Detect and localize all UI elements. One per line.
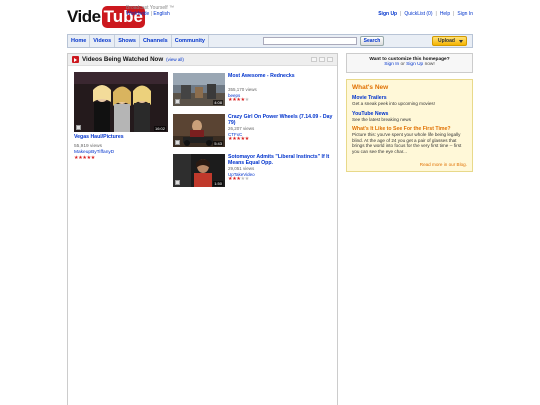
signup-link[interactable]: Sign Up <box>378 11 397 17</box>
help-link[interactable]: Help <box>440 11 450 17</box>
panel-controls <box>311 57 333 62</box>
whats-new-title: What's New <box>352 84 389 91</box>
panel-header: Videos Being Watched Now (view all) <box>68 54 337 66</box>
star-icon: ★ <box>244 136 250 143</box>
featured-video-title[interactable]: Vegas Haul/Pictures <box>74 134 124 140</box>
customize-homepage-box: Want to customize this homepage? Sign In… <box>346 53 473 73</box>
locale-selector: Worldwide | English <box>126 11 170 17</box>
list-item: 1:50 Sotomayor Admits "Liberal Instincts… <box>173 154 338 188</box>
arrow-up-icon[interactable] <box>311 57 317 62</box>
featured-thumbnail-image <box>74 72 168 132</box>
video-duration: 16:02 <box>153 126 166 131</box>
upload-button[interactable]: Upload <box>432 36 467 46</box>
logo-text: Vide <box>67 7 101 26</box>
add-to-quicklist-icon[interactable] <box>175 180 180 185</box>
video-title[interactable]: Sotomayor Admits "Liberal Instincts" If … <box>228 154 338 166</box>
tab-channels[interactable]: Channels <box>140 35 172 47</box>
view-all-link[interactable]: (view all) <box>166 57 184 62</box>
featured-video-rating: ★★★★★ <box>74 156 95 161</box>
videos-being-watched-panel: Videos Being Watched Now (view all) 16:0… <box>67 53 338 405</box>
language-link[interactable]: English <box>153 11 169 17</box>
nav-bar: Home Videos Shows Channels Community Sea… <box>67 34 473 48</box>
whats-new-box: What's New Movie Trailers Get a sneak pe… <box>346 79 473 172</box>
video-title[interactable]: Crazy Girl On Power Wheels (7.14.09 - Da… <box>228 114 338 126</box>
video-duration: 1:50 <box>213 181 223 186</box>
or-text: or <box>400 62 405 67</box>
tab-community[interactable]: Community <box>172 35 209 47</box>
video-duration: 5:43 <box>213 141 223 146</box>
tab-shows[interactable]: Shows <box>115 35 140 47</box>
news-text: See the latest breaking news <box>352 116 411 122</box>
add-to-quicklist-icon[interactable] <box>175 140 180 145</box>
video-thumbnail[interactable]: 1:50 <box>173 154 225 187</box>
close-icon[interactable] <box>327 57 333 62</box>
top-links: Sign Up | QuickList (0) | Help | Sign In <box>378 11 473 17</box>
worldwide-link[interactable]: Worldwide <box>126 11 149 17</box>
panel-title: Videos Being Watched Now <box>82 56 164 63</box>
news-text: Get a sneak peek into upcoming movies! <box>352 101 435 106</box>
search-button[interactable]: Search <box>360 36 384 46</box>
arrow-down-icon[interactable] <box>319 57 325 62</box>
sidebar-signup-link[interactable]: Sign Up <box>406 62 423 67</box>
list-item: 5:43 Crazy Girl On Power Wheels (7.14.09… <box>173 114 338 148</box>
star-icon: ★ <box>244 176 250 183</box>
customize-links: Sign In or Sign Up now! <box>347 62 472 67</box>
featured-video-thumbnail[interactable]: 16:02 <box>74 72 168 132</box>
video-duration: 4:08 <box>213 100 223 105</box>
tab-home[interactable]: Home <box>68 35 91 47</box>
video-thumbnail[interactable]: 4:08 <box>173 73 225 106</box>
search-input[interactable] <box>263 37 357 45</box>
video-rating: ★★★★★ <box>228 177 338 182</box>
star-icon: ★ <box>244 97 250 104</box>
video-thumbnail[interactable]: 5:43 <box>173 114 225 147</box>
add-to-quicklist-icon[interactable] <box>76 125 81 130</box>
tab-videos[interactable]: Videos <box>90 35 116 47</box>
read-more-link[interactable]: Read more in our Blog. <box>420 162 467 167</box>
add-to-quicklist-icon[interactable] <box>175 99 180 104</box>
sidebar-signin-link[interactable]: Sign In <box>384 62 399 67</box>
star-icon: ★ <box>90 155 96 161</box>
video-rating: ★★★★★ <box>228 98 338 103</box>
news-text: Picture this: you've spent your whole li… <box>352 132 462 154</box>
now-text: now! <box>424 62 435 67</box>
featured-video-views: 55,919 views <box>74 144 102 149</box>
quicklist-link[interactable]: QuickList (0) <box>404 11 432 17</box>
chevron-down-icon <box>459 40 463 43</box>
list-item: 4:08 Most Awesome - Rednecks 355,170 vie… <box>173 73 338 107</box>
signin-link[interactable]: Sign In <box>457 11 473 17</box>
play-icon <box>72 56 79 63</box>
video-rating: ★★★★★ <box>228 137 338 142</box>
